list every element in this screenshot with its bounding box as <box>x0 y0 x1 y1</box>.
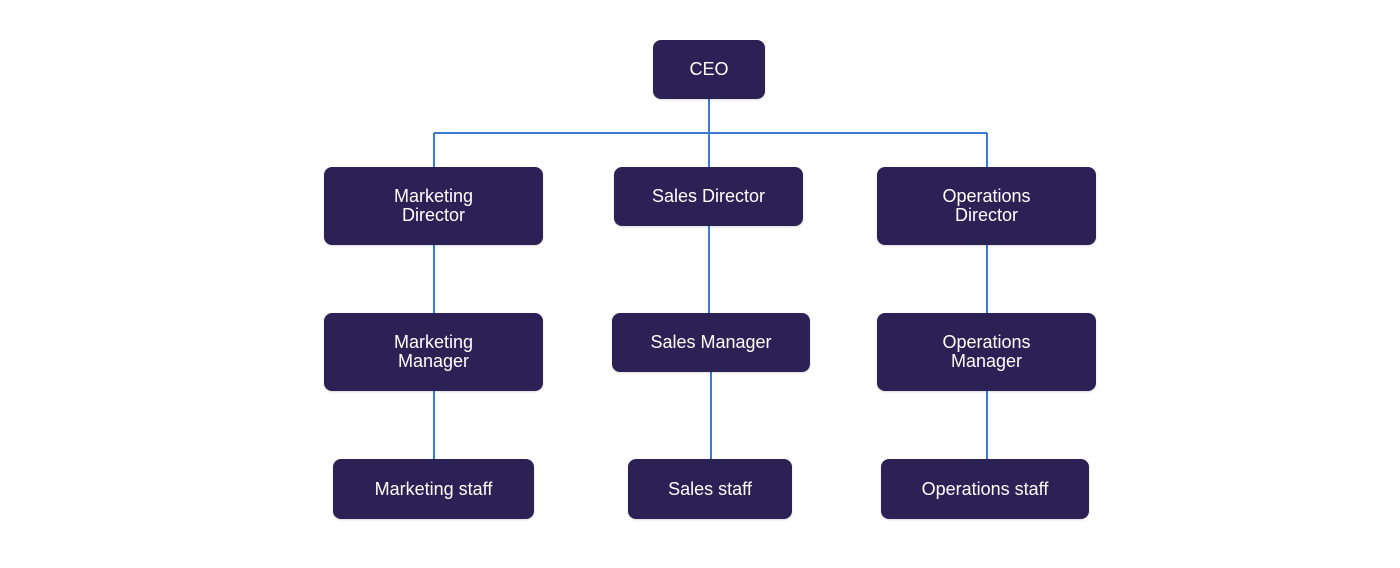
node-marketing-manager[interactable]: Marketing Manager <box>324 313 543 391</box>
node-ceo[interactable]: CEO <box>653 40 765 99</box>
node-marketing-staff[interactable]: Marketing staff <box>333 459 534 519</box>
node-label: Operations Director <box>942 186 1031 225</box>
node-sales-staff[interactable]: Sales staff <box>628 459 792 519</box>
node-operations-staff[interactable]: Operations staff <box>881 459 1089 519</box>
node-label: Sales Manager <box>650 332 772 352</box>
node-operations-director[interactable]: Operations Director <box>877 167 1096 245</box>
node-label: CEO <box>689 59 729 79</box>
node-marketing-director[interactable]: Marketing Director <box>324 167 543 245</box>
node-label: Operations Manager <box>942 332 1031 371</box>
node-label: Sales staff <box>668 478 752 499</box>
node-sales-manager[interactable]: Sales Manager <box>612 313 810 372</box>
node-sales-director[interactable]: Sales Director <box>614 167 803 226</box>
node-operations-manager[interactable]: Operations Manager <box>877 313 1096 391</box>
node-label: Marketing staff <box>374 478 493 499</box>
node-label: Marketing Manager <box>393 332 474 371</box>
node-label: Operations staff <box>921 478 1049 499</box>
node-label: Marketing Director <box>393 186 474 225</box>
node-label: Sales Director <box>651 186 766 206</box>
